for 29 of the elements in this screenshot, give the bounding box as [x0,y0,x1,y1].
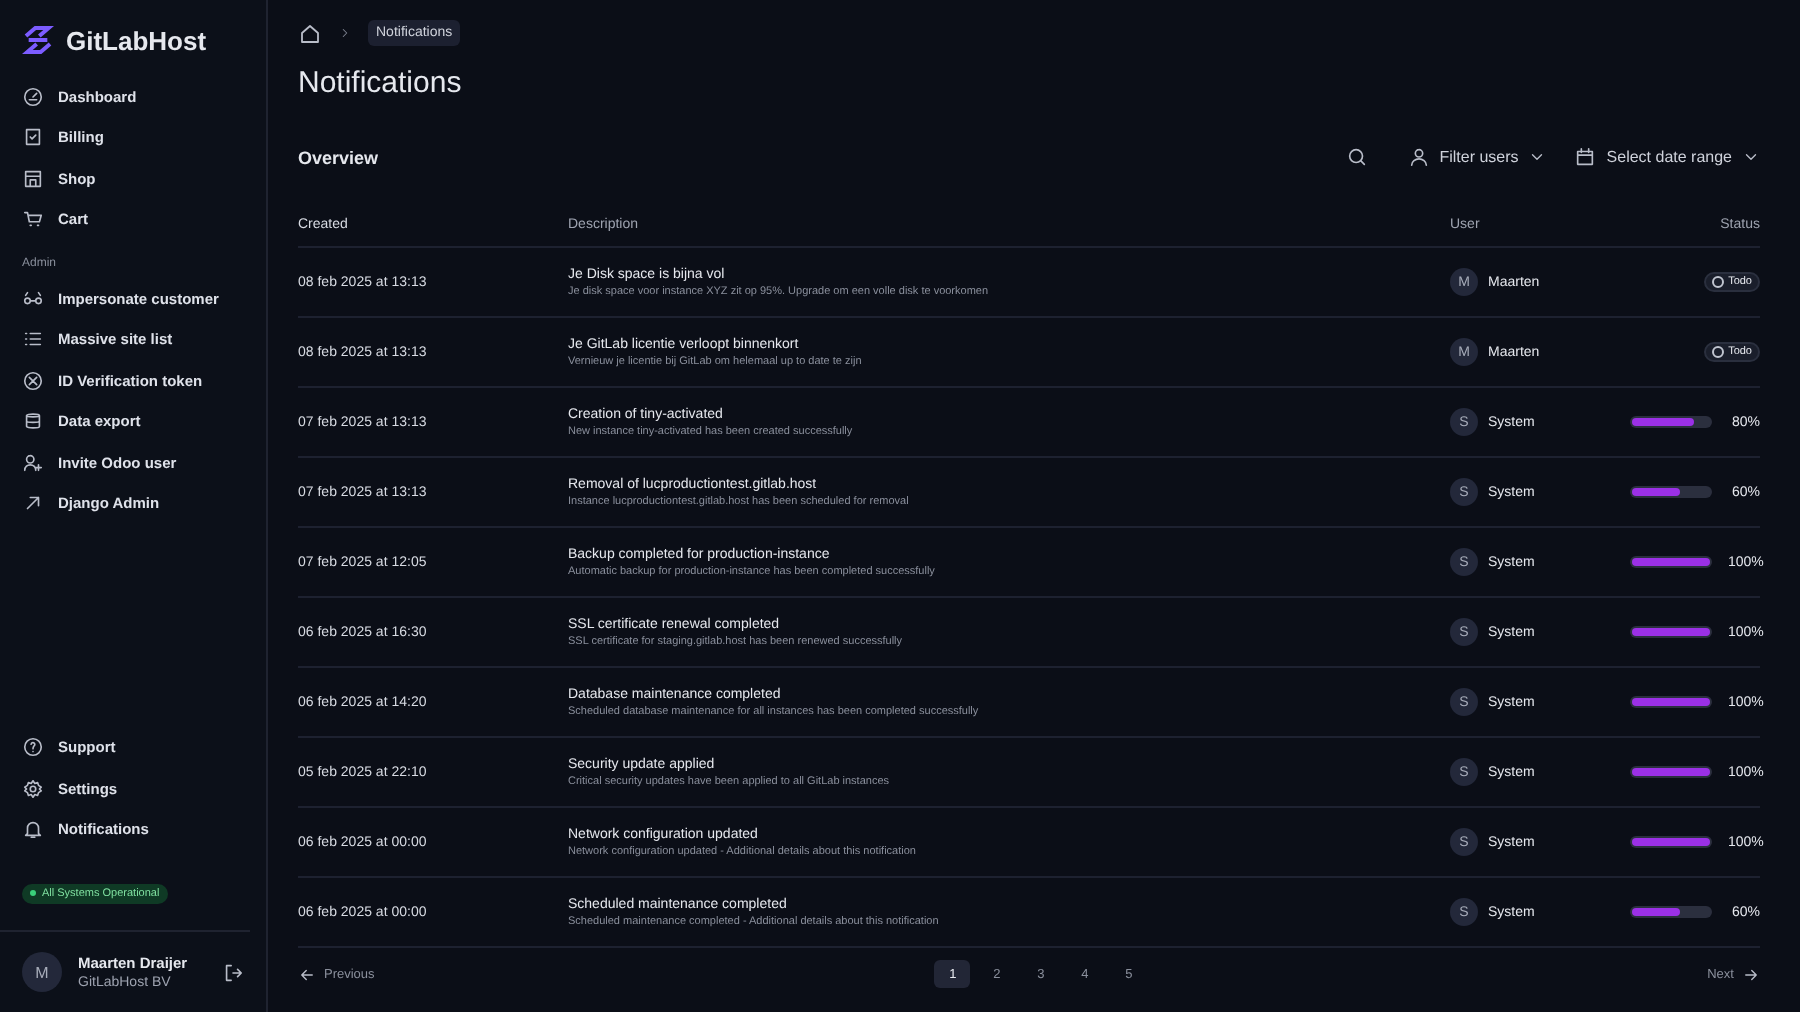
search-icon[interactable] [1345,146,1368,168]
caret-icon [1742,148,1760,166]
arrow-left-icon [298,965,316,983]
brand-name: GitLabHost [66,25,207,55]
date-range-dropdown[interactable]: Select date range [1574,146,1760,168]
logo-icon [22,24,54,56]
glasses-icon [22,287,44,310]
gauge-icon [22,85,44,108]
home-icon[interactable] [298,21,322,45]
add-user-icon [22,451,44,474]
chevron-icon [338,26,352,40]
storefront-icon [22,167,44,190]
arrow-right-icon [1741,965,1760,983]
user-icon [1407,146,1430,168]
database-icon [22,410,44,433]
help-icon [22,736,44,759]
avatar: M [22,952,62,992]
checklist-icon [22,126,44,149]
bell-icon [22,818,44,841]
calendar-icon [1574,146,1597,168]
arrow-icon [22,492,44,515]
logout-icon[interactable] [222,961,244,983]
section-title: Overview [298,147,381,167]
settings-icon [22,777,44,800]
cart-icon [22,208,44,231]
page-title: Notifications [298,66,464,100]
filter-dropdown[interactable]: Filter users [1407,146,1547,168]
caret-icon [1528,148,1547,166]
list-icon [22,328,44,351]
